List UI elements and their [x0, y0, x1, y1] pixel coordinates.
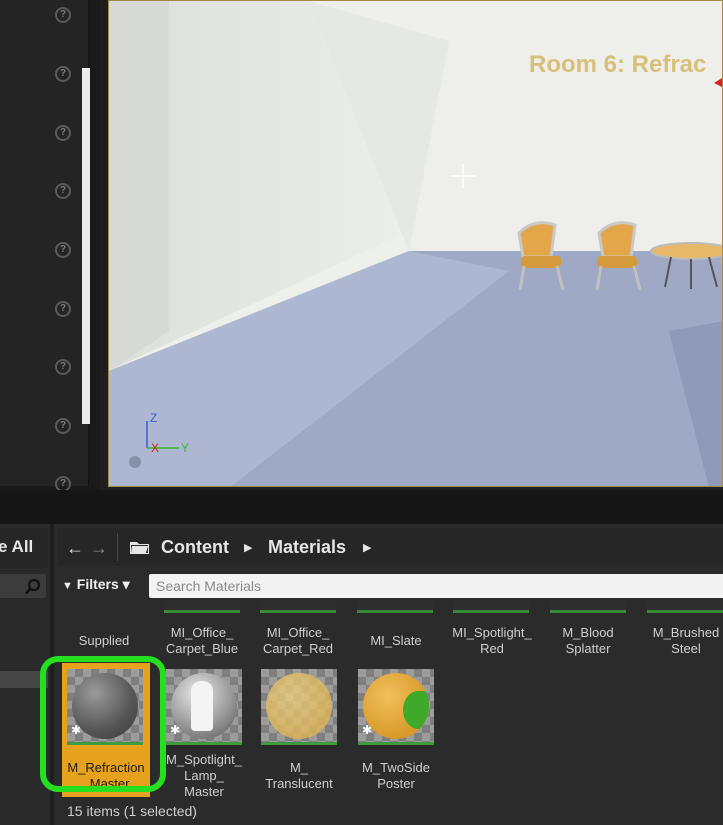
asset-thumbnail[interactable] — [453, 600, 529, 613]
back-arrow-icon[interactable]: ← — [66, 538, 84, 559]
item-count-status: 15 items (1 selected) — [67, 803, 197, 819]
asset-thumbnail[interactable] — [164, 600, 240, 613]
filter-icon: ▼ — [62, 580, 73, 592]
asset-label[interactable]: M_TwoSide Poster — [348, 760, 444, 792]
filters-label: Filters ▾ — [76, 576, 130, 592]
gear-icon: ✱ — [362, 723, 373, 737]
asset-label[interactable]: M_Spotlight_ Lamp_ Master — [156, 752, 252, 796]
breadcrumb-chevron-icon[interactable]: ▶ — [363, 541, 371, 554]
help-icon[interactable]: ? — [55, 359, 71, 375]
asset-thumbnail-translucent[interactable] — [261, 669, 337, 745]
help-icon[interactable]: ? — [55, 183, 71, 199]
asset-thumbnail[interactable] — [260, 600, 336, 613]
asset-label[interactable]: M_Blood Splatter — [540, 625, 636, 657]
folder-icon — [130, 542, 149, 554]
see-all-button[interactable]: e All — [0, 537, 33, 557]
poster-green-band — [403, 691, 429, 729]
breadcrumb-content[interactable]: Content — [161, 537, 229, 558]
help-icon[interactable]: ? — [55, 66, 71, 82]
asset-label[interactable]: M_Brushed Steel — [638, 625, 723, 657]
asset-label[interactable]: Supplied — [56, 633, 152, 649]
content-browser-toolbar — [58, 528, 723, 566]
help-icon[interactable]: ? — [55, 125, 71, 141]
asset-label[interactable]: MI_Office_ Carpet_Red — [250, 625, 346, 657]
help-icon[interactable]: ? — [55, 242, 71, 258]
material-sphere — [266, 673, 332, 739]
scrollbar-thumb[interactable] — [82, 68, 90, 424]
material-sphere — [363, 673, 429, 739]
filters-button[interactable]: ▼ Filters ▾ — [62, 576, 130, 598]
lamp-shape — [191, 681, 213, 731]
annotation-highlight-ring — [40, 656, 166, 792]
gear-icon: ✱ — [170, 723, 181, 737]
search-icon[interactable] — [24, 578, 42, 596]
asset-thumbnail[interactable] — [550, 600, 626, 613]
level-viewport[interactable]: Room 6: Refrac Z X Y — [108, 0, 723, 487]
panel-divider — [0, 490, 723, 524]
breadcrumb-materials[interactable]: Materials — [268, 537, 346, 558]
axis-x-label: X — [151, 441, 160, 455]
asset-thumbnail[interactable] — [647, 600, 723, 613]
asset-thumbnail-twoside-poster[interactable]: ✱ — [358, 669, 434, 745]
asset-label[interactable]: MI_Slate — [348, 633, 444, 649]
search-placeholder: Search Materials — [156, 578, 262, 594]
asset-thumbnail[interactable] — [357, 600, 433, 613]
forward-arrow-icon[interactable]: → — [90, 538, 108, 559]
axis-y-label: Y — [181, 441, 190, 455]
help-icon[interactable]: ? — [55, 418, 71, 434]
axis-z-label: Z — [150, 411, 158, 425]
help-icon[interactable]: ? — [55, 301, 71, 317]
details-panel: ? ? ? ? ? ? ? ? ? — [0, 0, 89, 492]
asset-label[interactable]: M_ Translucent — [251, 760, 347, 792]
asset-thumbnail-spotlight-lamp[interactable]: ✱ — [166, 669, 242, 745]
room-title-text: Room 6: Refrac — [529, 51, 707, 78]
help-icon[interactable]: ? — [55, 7, 71, 23]
breadcrumb-chevron-icon[interactable]: ▶ — [244, 541, 252, 554]
asset-label[interactable]: MI_Office_ Carpet_Blue — [154, 625, 250, 657]
toolbar-separator — [117, 533, 118, 561]
asset-label[interactable]: MI_Spotlight_ Red — [444, 625, 540, 657]
